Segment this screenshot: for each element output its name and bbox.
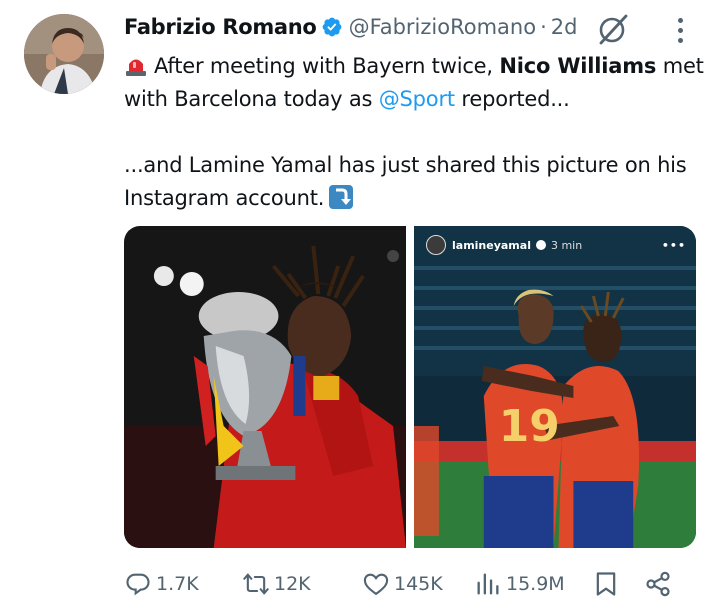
avatar[interactable]: [24, 14, 104, 94]
more-icon[interactable]: [666, 16, 694, 44]
story-verified-icon: [535, 240, 546, 250]
tweet-text: After meeting with Bayern twice, Nico Wi…: [124, 50, 704, 215]
text-segment: reported...: [454, 87, 570, 111]
separator-dot: ·: [540, 15, 547, 39]
share-button[interactable]: [644, 570, 676, 598]
like-count: 145K: [394, 573, 443, 595]
text-bold-segment: Nico Williams: [499, 54, 657, 78]
story-more-icon: •••: [661, 238, 686, 252]
mention-link[interactable]: @Sport: [379, 87, 455, 111]
text-segment: ...and Lamine Yamal has just shared this…: [124, 153, 687, 177]
author-name[interactable]: Fabrizio Romano: [124, 15, 317, 39]
tweet-header: Fabrizio Romano @FabrizioRomano · 2d: [124, 12, 577, 42]
reply-button[interactable]: 1.7K: [124, 570, 242, 598]
story-username: lamineyamal: [452, 238, 531, 252]
views-button[interactable]: 15.9M: [474, 570, 592, 598]
repost-count: 12K: [274, 573, 311, 595]
photo-trophy-kiss[interactable]: [124, 226, 406, 548]
text-segment: with Barcelona today as: [124, 87, 379, 111]
text-segment: After meeting with Bayern twice,: [154, 54, 500, 78]
like-button[interactable]: 145K: [362, 570, 474, 598]
text-line-1: After meeting with Bayern twice, Nico Wi…: [124, 50, 704, 83]
repost-icon: [243, 573, 269, 595]
text-segment: Instagram account.: [124, 186, 325, 210]
svg-text:19: 19: [499, 401, 560, 452]
arrow-down-emoji-icon: [328, 184, 354, 210]
views-count: 15.9M: [506, 573, 565, 595]
verified-badge-icon: [321, 16, 343, 38]
views-icon: [477, 573, 499, 595]
media-grid: 19 lamineyamal 3 min •••: [124, 226, 696, 548]
story-header: lamineyamal 3 min •••: [426, 234, 686, 256]
text-line-blank: [124, 116, 694, 149]
action-bar: 1.7K 12K 145K 15.9M: [124, 566, 696, 602]
bookmark-icon: [596, 572, 616, 596]
text-segment: met: [656, 54, 704, 78]
bookmark-button[interactable]: [592, 570, 644, 598]
text-line-3: ...and Lamine Yamal has just shared this…: [124, 149, 694, 182]
story-avatar: [426, 235, 446, 255]
reply-icon: [126, 573, 150, 596]
timestamp[interactable]: 2d: [551, 15, 578, 39]
text-line-2: with Barcelona today as @Sport reported.…: [124, 83, 694, 116]
avatar-image: [24, 14, 104, 94]
reply-count: 1.7K: [156, 573, 199, 595]
photo-instagram-story[interactable]: 19 lamineyamal 3 min •••: [414, 226, 696, 548]
story-time: 3 min: [550, 238, 583, 252]
share-icon: [646, 571, 670, 597]
text-line-4: Instagram account.: [124, 182, 694, 215]
grok-icon[interactable]: [596, 12, 630, 46]
author-handle[interactable]: @FabrizioRomano: [349, 15, 537, 39]
siren-emoji-icon: [124, 53, 148, 77]
like-icon: [363, 573, 389, 596]
repost-button[interactable]: 12K: [242, 570, 362, 598]
